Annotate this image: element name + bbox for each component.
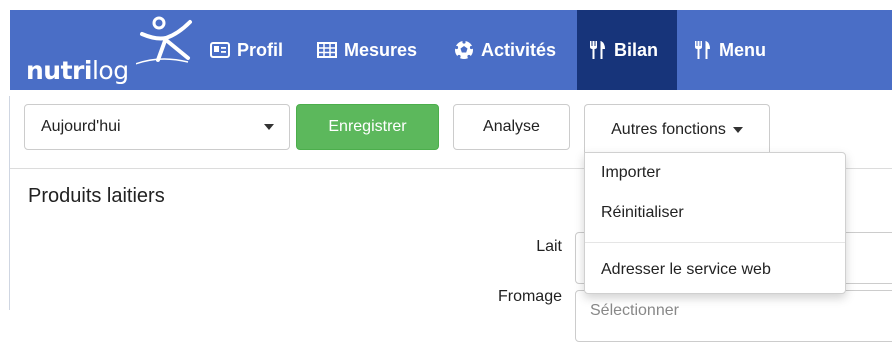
top-navbar: nutrilog Profil Mesures Activités Bilan: [10, 10, 892, 90]
nav-label-profil: Profil: [237, 39, 284, 60]
fromage-placeholder: Sélectionner: [590, 302, 679, 319]
section-title: Produits laitiers: [28, 185, 165, 207]
menu-item-web-service[interactable]: Adresser le service web: [585, 252, 845, 288]
nav-label-bilan: Bilan: [614, 39, 659, 60]
caret-down-icon: [264, 124, 274, 130]
menu-item-importer[interactable]: Importer: [585, 155, 845, 191]
nav-label-menu: Menu: [719, 39, 766, 60]
more-functions-button[interactable]: Autres fonctions: [584, 104, 770, 154]
fork-knife-icon: [586, 39, 608, 61]
field-label-fromage: Fromage: [497, 288, 562, 305]
nav-item-menu[interactable]: Menu: [682, 10, 775, 90]
logo-figure-icon: [136, 16, 192, 65]
menu-divider: [585, 242, 845, 243]
field-label-lait: Lait: [536, 238, 562, 255]
id-card-icon: [209, 39, 231, 61]
menu-item-reinitialiser[interactable]: Réinitialiser: [585, 195, 845, 231]
more-functions-label: Autres fonctions: [611, 120, 726, 138]
nav-label-mesures: Mesures: [344, 39, 418, 60]
analyse-button[interactable]: Analyse: [453, 104, 570, 150]
table-grid-icon: [316, 39, 338, 61]
caret-down-icon: [732, 126, 743, 133]
save-button[interactable]: Enregistrer: [296, 104, 439, 150]
nav-item-activites[interactable]: Activités: [444, 10, 565, 90]
logo-text: nutrilog: [26, 56, 129, 85]
fork-knife-icon: [691, 39, 713, 61]
soccer-ball-icon: [453, 39, 475, 61]
nutrilog-logo[interactable]: nutrilog: [26, 16, 192, 88]
nav-item-mesures[interactable]: Mesures: [307, 10, 426, 90]
fromage-select[interactable]: Sélectionner: [575, 290, 892, 342]
nav-label-activites: Activités: [481, 39, 557, 60]
nav-item-bilan[interactable]: Bilan: [577, 10, 677, 90]
date-select[interactable]: Aujourd'hui: [24, 104, 290, 150]
nav-item-profil[interactable]: Profil: [200, 10, 292, 90]
date-select-value: Aujourd'hui: [41, 118, 121, 135]
more-functions-dropdown: Importer Réinitialiser Adresser le servi…: [584, 152, 846, 294]
